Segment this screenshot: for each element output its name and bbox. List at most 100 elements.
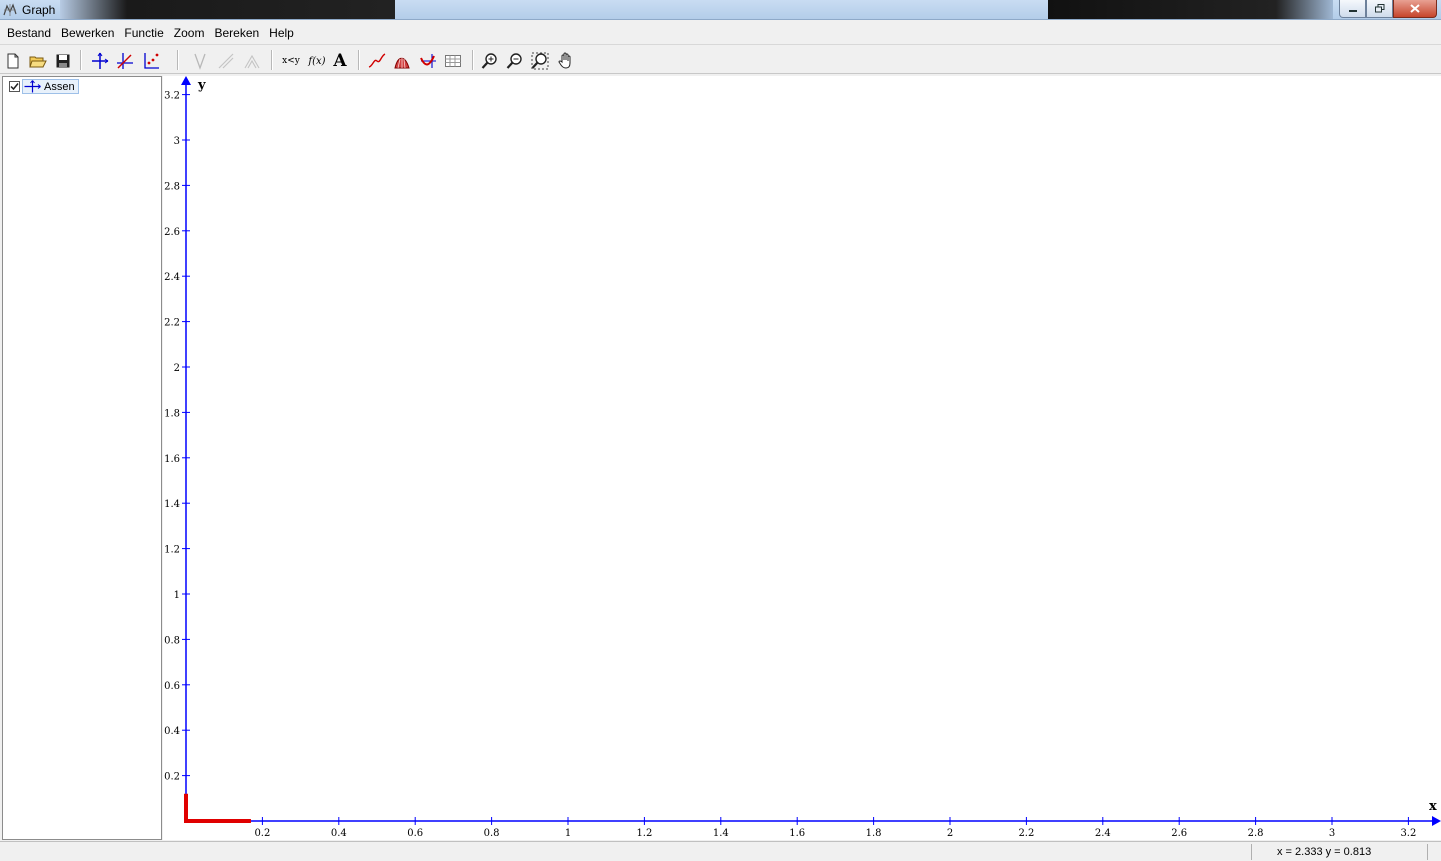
menu-functie[interactable]: Functie <box>119 21 168 45</box>
menu-help[interactable]: Help <box>264 21 299 45</box>
zoom-window-button[interactable] <box>529 50 551 72</box>
tree-item-selection[interactable]: Assen <box>22 79 79 94</box>
x-tick-label: 2.8 <box>1248 828 1264 839</box>
shading-disabled-icon <box>218 53 234 69</box>
menu-bestand[interactable]: Bestand <box>2 21 56 45</box>
y-tick-label: 1.4 <box>164 499 180 510</box>
menu-bar: Bestand Bewerken Functie Zoom Bereken He… <box>0 21 1441 45</box>
shading-button <box>215 50 237 72</box>
minimize-icon <box>1348 9 1357 12</box>
x-tick-label: 1.2 <box>636 828 652 839</box>
x-tick-label: 3 <box>1329 828 1335 839</box>
menu-bewerken[interactable]: Bewerken <box>56 21 119 45</box>
y-tick-label: 2.6 <box>164 227 180 238</box>
status-bar-panel <box>1427 844 1428 860</box>
area-icon <box>394 57 410 69</box>
open-folder-icon <box>29 56 47 68</box>
new-file-button[interactable] <box>2 50 24 72</box>
zoom-out-button[interactable] <box>504 50 526 72</box>
custom-function-button[interactable]: f(x) <box>305 50 329 72</box>
pan-hand-icon <box>558 52 571 69</box>
tangent-icon <box>194 53 206 70</box>
y-tick-label: 1.2 <box>164 545 180 556</box>
relation-disabled-icon <box>244 54 260 69</box>
function-list-panel: Assen <box>2 76 162 840</box>
open-file-button[interactable] <box>27 50 49 72</box>
x-tick-label: 2.4 <box>1095 828 1111 839</box>
menu-zoom[interactable]: Zoom <box>169 21 210 45</box>
toolbar-separator <box>271 50 272 70</box>
y-axis-label: y <box>197 78 206 93</box>
y-tick-label: 2.2 <box>164 318 180 329</box>
coordinate-system[interactable]: y x 0.2 0.4 0.6 0.8 1 1.2 1.4 1.6 1.8 2 2.2 2.4 2.6 2… <box>163 76 1441 840</box>
zoom-window-icon <box>531 52 549 70</box>
y-tick-label: 0.8 <box>164 635 180 646</box>
y-tick-label: 3.2 <box>164 91 180 102</box>
y-tick-label: 3 <box>174 136 180 147</box>
cursor-coordinates: x = 2.333 y = 0.813 <box>1251 844 1371 860</box>
close-button[interactable] <box>1393 0 1437 18</box>
y-tick-label: 2 <box>174 363 180 374</box>
tangent-button[interactable] <box>189 50 211 72</box>
zoom-out-icon <box>506 53 522 69</box>
save-icon <box>56 54 70 68</box>
close-icon <box>1410 4 1420 13</box>
y-tick-label: 0.2 <box>164 772 180 783</box>
status-bar: x = 2.333 y = 0.813 <box>0 841 1441 861</box>
x-tick-label: 1 <box>565 828 571 839</box>
save-button[interactable] <box>52 50 74 72</box>
zoom-in-icon <box>481 53 497 69</box>
toolbar-separator <box>80 50 81 70</box>
point-series-button[interactable] <box>140 50 162 72</box>
x-axis-arrow <box>1432 816 1441 826</box>
tree-item-label: Assen <box>44 80 75 93</box>
text-label: A <box>333 51 347 71</box>
graph-app-icon <box>3 3 17 16</box>
x-tick-label: 2 <box>947 828 953 839</box>
evaluate-icon <box>420 54 436 68</box>
y-axis-arrow <box>181 76 191 85</box>
x-tick-label: 0.8 <box>484 828 500 839</box>
tree-item-assen[interactable]: Assen <box>9 79 79 94</box>
table-button[interactable] <box>442 50 464 72</box>
title-bar-background <box>60 0 395 19</box>
y-tick-label: 0.4 <box>164 726 180 737</box>
trendline-button[interactable] <box>366 50 388 72</box>
title-bar-background <box>1048 0 1333 19</box>
check-icon <box>10 83 19 91</box>
trendline-icon <box>368 53 386 68</box>
insert-text-button[interactable]: A <box>329 50 351 72</box>
x-tick-label: 1.6 <box>789 828 805 839</box>
x-tick-label: 3.2 <box>1400 828 1416 839</box>
x-tick-label: 2.6 <box>1171 828 1187 839</box>
menu-bereken[interactable]: Bereken <box>209 21 264 45</box>
y-tick-label: 1.6 <box>164 454 180 465</box>
toolbar-separator <box>177 50 178 70</box>
y-tick-label: 2.8 <box>164 181 180 192</box>
axes-icon <box>24 80 41 93</box>
graph-canvas[interactable]: y x 0.2 0.4 0.6 0.8 1 1.2 1.4 1.6 1.8 2 2.2 2.4 2.6 2… <box>163 76 1441 840</box>
axes-button[interactable] <box>89 50 111 72</box>
window-title: Graph <box>22 3 56 17</box>
tree-item-checkbox[interactable] <box>9 81 20 92</box>
toolbar-separator <box>358 50 359 70</box>
insert-relation-button[interactable]: x<y <box>279 50 303 72</box>
x-tick-label: 0.6 <box>407 828 423 839</box>
toolbar-separator <box>472 50 473 70</box>
minimize-button[interactable] <box>1339 0 1366 18</box>
y-tick-label: 1.8 <box>164 408 180 419</box>
evaluate-button[interactable] <box>417 50 439 72</box>
axes-icon <box>92 52 109 69</box>
restore-icon <box>1374 4 1384 13</box>
area-button[interactable] <box>391 50 413 72</box>
y-tick-label: 2.4 <box>164 272 180 283</box>
x-tick-label: 0.2 <box>254 828 270 839</box>
pan-button[interactable] <box>555 50 577 72</box>
restore-button[interactable] <box>1366 0 1393 18</box>
zoom-in-button[interactable] <box>479 50 501 72</box>
xy-label: x<y <box>282 56 300 66</box>
table-icon <box>445 55 461 67</box>
title-bar[interactable]: Graph <box>0 0 1441 20</box>
x-tick-label: 1.8 <box>866 828 882 839</box>
insert-function-button[interactable] <box>114 50 136 72</box>
